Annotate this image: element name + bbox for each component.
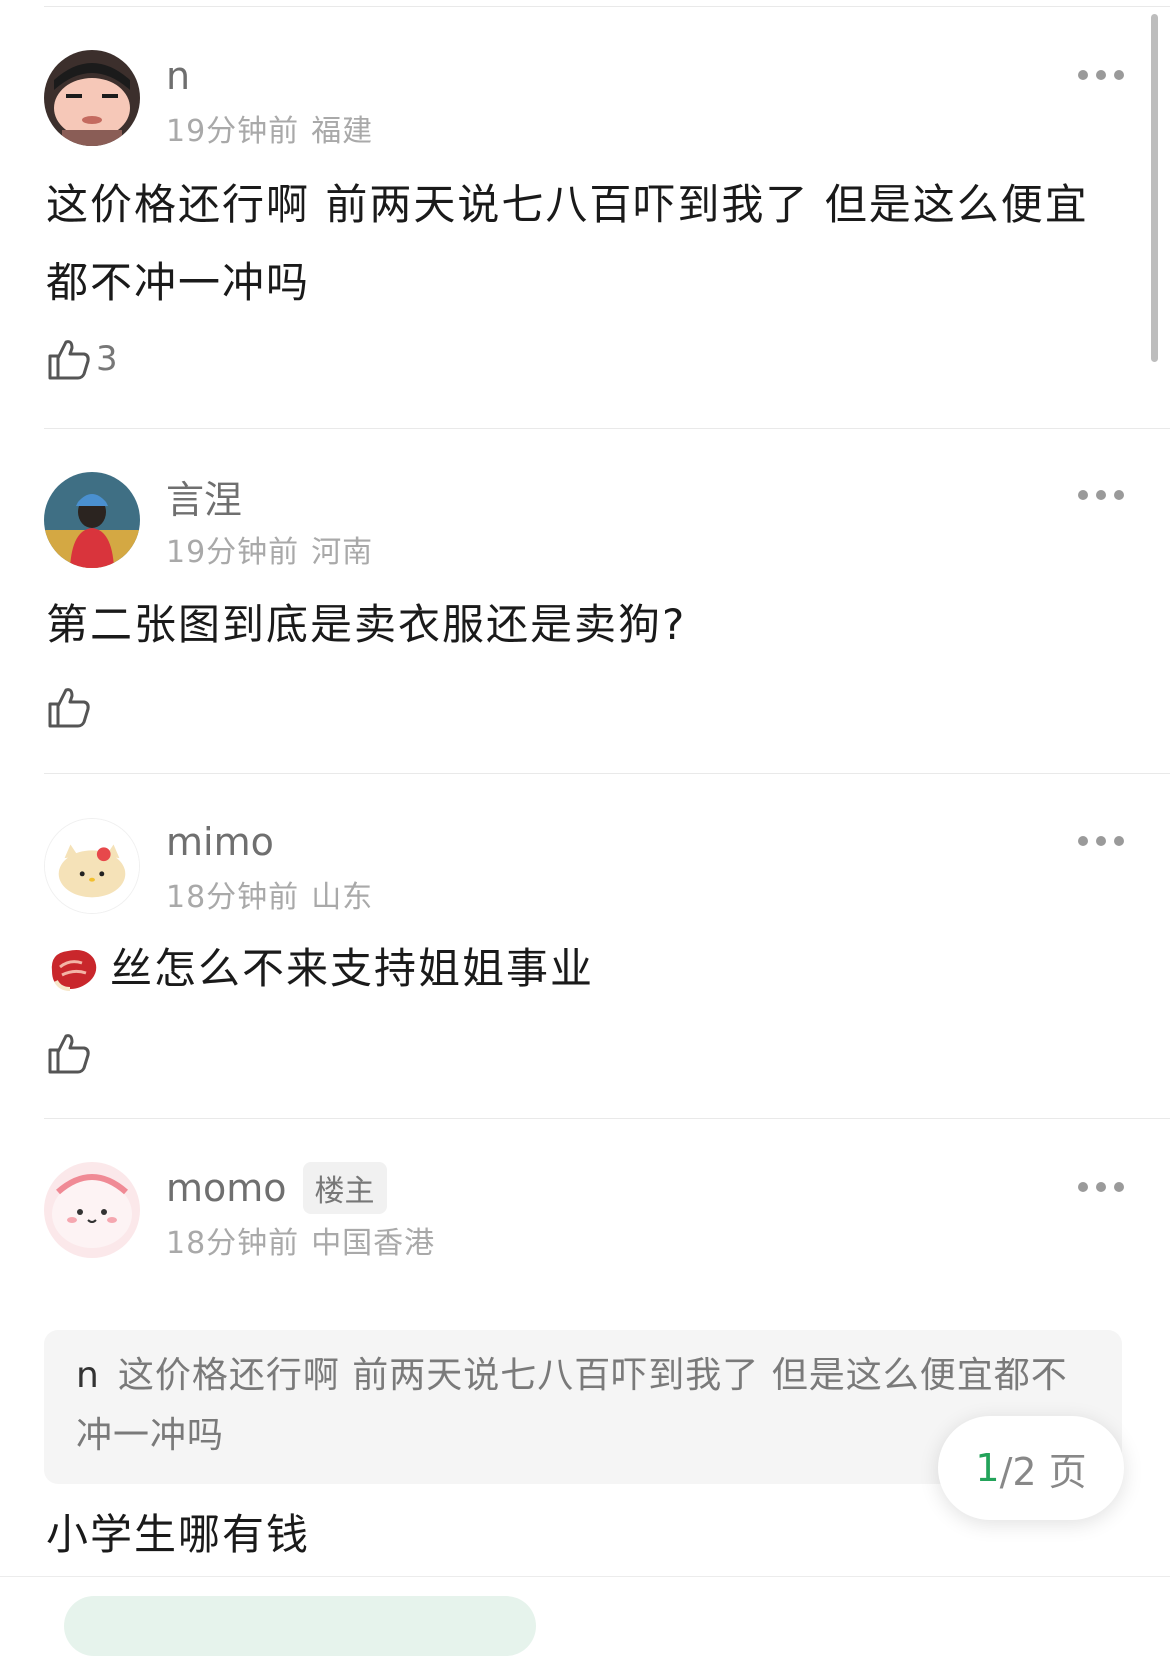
comment-divider xyxy=(44,1118,1170,1119)
like-count: 3 xyxy=(96,339,118,379)
thumbs-up-icon xyxy=(48,1034,90,1074)
pink-cartoon-avatar-icon xyxy=(44,1162,140,1258)
comment-meta: 18分钟前 中国香港 xyxy=(166,1218,435,1262)
comment-meta: 18分钟前 山东 xyxy=(166,872,373,916)
username[interactable]: mimo xyxy=(166,820,274,864)
more-options-icon[interactable] xyxy=(1078,1180,1124,1194)
thumbs-up-icon xyxy=(48,688,90,728)
username[interactable]: n xyxy=(166,54,190,98)
like-button[interactable] xyxy=(46,1030,92,1076)
like-button[interactable]: 3 xyxy=(46,336,118,382)
top-divider xyxy=(44,6,1170,7)
avatar[interactable] xyxy=(44,818,140,914)
more-options-icon[interactable] xyxy=(1078,834,1124,848)
page-current: 1 xyxy=(975,1446,1000,1490)
more-options-icon[interactable] xyxy=(1078,68,1124,82)
comment-text: 这价格还行啊 前两天说七八百吓到我了 但是这么便宜都不冲一冲吗 xyxy=(46,180,1089,307)
username-row: momo 楼主 xyxy=(166,1162,387,1214)
comment-text-row: 丝怎么不来支持姐姐事业 xyxy=(46,930,1100,1008)
bottom-divider xyxy=(0,1576,1170,1577)
username-row: 言涅 xyxy=(166,472,242,522)
comment-location: 山东 xyxy=(311,880,374,915)
cartoon-boy-avatar-icon xyxy=(44,50,140,146)
more-options-icon[interactable] xyxy=(1078,488,1124,502)
comment-meta: 19分钟前 福建 xyxy=(166,106,373,150)
page-total: /2 页 xyxy=(999,1449,1087,1494)
page-indicator[interactable]: 1/2 页 xyxy=(938,1416,1124,1520)
comment-meta: 19分钟前 河南 xyxy=(166,527,373,571)
comment-divider xyxy=(44,428,1170,429)
quote-username: n xyxy=(76,1355,100,1396)
avatar[interactable] xyxy=(44,472,140,568)
comment-time: 19分钟前 xyxy=(166,535,300,570)
comment-text: 小学生哪有钱 xyxy=(46,1510,311,1559)
username[interactable]: 言涅 xyxy=(166,469,242,524)
avatar[interactable] xyxy=(44,50,140,146)
comment-text: 第二张图到底是卖衣服还是卖狗? xyxy=(46,600,687,649)
quote-text: 这价格还行啊 前两天说七八百吓到我了 但是这么便宜都不冲一冲吗 xyxy=(76,1355,1068,1456)
comment-time: 18分钟前 xyxy=(166,880,300,915)
like-button[interactable] xyxy=(46,684,96,730)
steak-emoji-icon xyxy=(51,950,97,991)
reply-input[interactable] xyxy=(64,1596,536,1656)
comment-divider xyxy=(44,773,1170,774)
comment-time: 19分钟前 xyxy=(166,114,300,149)
comment-time: 18分钟前 xyxy=(166,1226,300,1261)
comment-location: 河南 xyxy=(311,535,374,570)
comment-text: 丝怎么不来支持姐姐事业 xyxy=(110,944,595,993)
comment-location: 中国香港 xyxy=(311,1226,436,1261)
username-row: mimo xyxy=(166,818,274,866)
comment-location: 福建 xyxy=(311,114,374,149)
hello-kitty-bun-avatar-icon xyxy=(45,819,139,913)
person-blue-cap-avatar-icon xyxy=(44,472,140,568)
username-row: n xyxy=(166,52,190,100)
scrollbar[interactable] xyxy=(1151,14,1158,362)
thumbs-up-icon xyxy=(48,340,90,380)
host-badge: 楼主 xyxy=(302,1162,387,1214)
quote-text-block: n 这价格还行啊 前两天说七八百吓到我了 但是这么便宜都不冲一冲吗 xyxy=(76,1346,1082,1466)
avatar[interactable] xyxy=(44,1162,140,1258)
username[interactable]: momo xyxy=(166,1166,287,1210)
